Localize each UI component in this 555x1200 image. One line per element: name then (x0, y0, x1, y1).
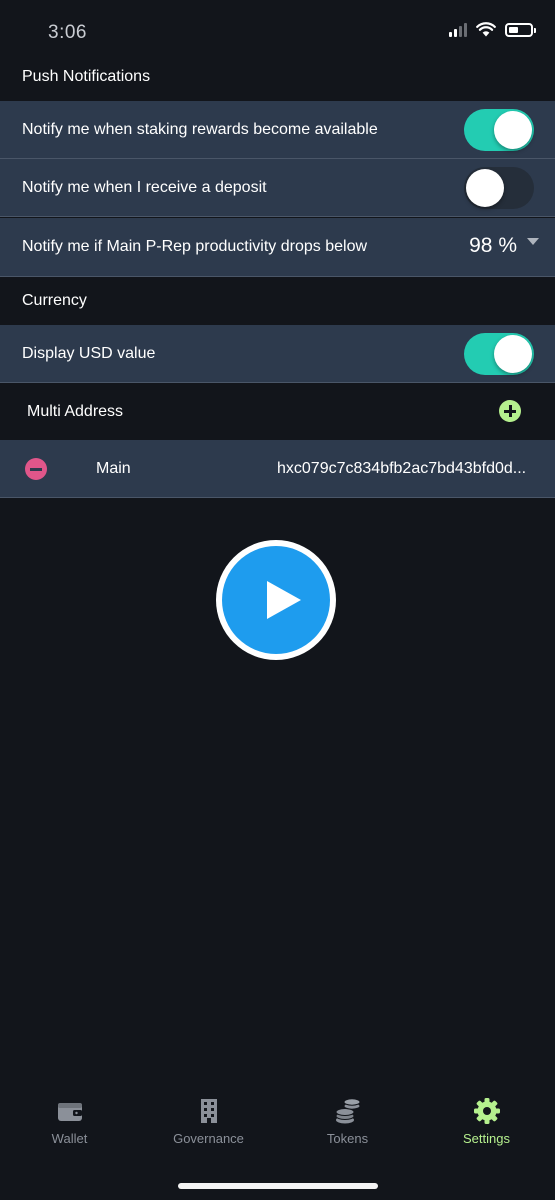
display-usd-toggle[interactable] (464, 333, 534, 375)
caret-down-icon (527, 237, 539, 245)
currency-header: Currency (0, 278, 555, 324)
wallet-icon (57, 1103, 82, 1121)
tab-label: Tokens (326, 1131, 369, 1146)
address-row[interactable]: Main hxc079c7c834bfb2ac7bd43bfd0d... (0, 440, 555, 498)
display-usd-row: Display USD value (0, 325, 555, 383)
toggle-knob (466, 169, 504, 207)
row-label: Notify me when staking rewards become av… (22, 121, 378, 138)
minus-circle-icon[interactable] (25, 458, 47, 480)
play-icon (267, 581, 301, 619)
productivity-percent-value: 98 % (469, 234, 517, 257)
tab-label: Settings (463, 1131, 510, 1146)
plus-circle-icon[interactable] (499, 400, 521, 422)
staking-rewards-row: Notify me when staking rewards become av… (0, 101, 555, 159)
coins-icon (335, 1098, 360, 1124)
tab-label: Wallet (51, 1131, 88, 1146)
building-icon (200, 1099, 217, 1123)
address-value: hxc079c7c834bfb2ac7bd43bfd0d... (277, 460, 527, 477)
toggle-knob (494, 335, 532, 373)
tab-label: Governance (173, 1131, 244, 1146)
home-indicator[interactable] (178, 1183, 378, 1189)
multi-address-header: Multi Address (0, 384, 555, 439)
tab-governance[interactable]: Governance (139, 1090, 278, 1150)
gear-icon (473, 1098, 500, 1124)
battery-icon (505, 22, 536, 37)
productivity-row: Notify me if Main P-Rep productivity dro… (0, 218, 555, 277)
address-name: Main (96, 460, 131, 477)
section-title: Currency (22, 292, 87, 309)
productivity-percent-select[interactable]: 98 % (469, 234, 539, 258)
tab-settings[interactable]: Settings (417, 1090, 555, 1150)
deposit-row: Notify me when I receive a deposit (0, 159, 555, 217)
status-time: 3:06 (48, 22, 87, 43)
deposit-toggle[interactable] (464, 167, 534, 209)
tab-tokens[interactable]: Tokens (278, 1090, 417, 1150)
play-circle (222, 546, 330, 654)
play-button[interactable] (216, 540, 336, 660)
wifi-icon (476, 22, 496, 37)
section-title: Multi Address (27, 403, 124, 420)
tab-wallet[interactable]: Wallet (0, 1090, 139, 1150)
row-label: Notify me if Main P-Rep productivity dro… (22, 238, 368, 255)
toggle-knob (494, 111, 532, 149)
staking-rewards-toggle[interactable] (464, 109, 534, 151)
row-label: Display USD value (22, 345, 156, 362)
section-title: Push Notifications (22, 68, 151, 85)
row-label: Notify me when I receive a deposit (22, 179, 267, 196)
signal-icon (449, 22, 467, 37)
push-notifications-header: Push Notifications (0, 54, 555, 100)
status-icons (449, 22, 536, 37)
